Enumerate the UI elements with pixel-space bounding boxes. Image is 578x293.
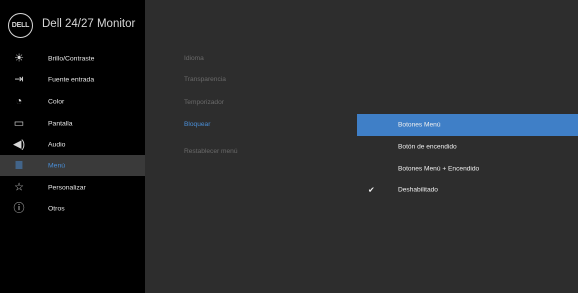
option-botones-menu[interactable]: Botones Menú [357,114,578,136]
option-label: Botón de encendido [398,143,457,151]
submenu-item-idioma[interactable]: Idioma [184,55,204,62]
sidebar-item-menu[interactable]: ≣ Menú [0,155,145,176]
option-boton-encendido[interactable]: Botón de encendido [357,136,578,158]
sidebar-item-otros[interactable]: ⓘ Otros [0,198,145,219]
submenu-item-bloquear[interactable]: Bloquear [184,121,210,128]
speaker-icon: ◀) [12,138,26,150]
sidebar-item-audio[interactable]: ◀) Audio [0,134,145,155]
menu-icon: ≣ [14,159,24,171]
option-label: Botones Menú [398,121,441,129]
sidebar-item-label: Fuente entrada [48,76,95,83]
brightness-icon: ☀ [14,52,24,64]
submenu-item-transparencia[interactable]: Transparencia [184,76,226,83]
sidebar-item-label: Audio [48,141,66,148]
sidebar-item-label: Menú [48,162,66,169]
option-label: Deshabilitado [398,186,438,194]
brand-header: DELL Dell 24/27 Monitor [0,0,145,42]
color-palette-icon: ◔ [15,95,23,107]
sidebar-item-personalizar[interactable]: ☆ Personalizar [0,177,145,198]
display-icon: ▭ [13,117,25,129]
sidebar-item-label: Color [48,98,65,105]
option-label: Botones Menú + Encendido [398,165,480,173]
dell-logo: DELL [8,13,33,38]
sidebar-item-fuente-entrada[interactable]: ⇥ Fuente entrada [0,69,145,90]
option-deshabilitado[interactable]: ✔ Deshabilitado [357,179,578,201]
option-botones-menu-encendido[interactable]: Botones Menú + Encendido [357,158,578,180]
sidebar-item-label: Otros [48,205,65,212]
sidebar: DELL Dell 24/27 Monitor ☀ Brillo/Contras… [0,0,145,293]
input-source-icon: ⇥ [14,73,24,85]
sidebar-item-brillo-contraste[interactable]: ☀ Brillo/Contraste [0,48,145,69]
sidebar-item-label: Brillo/Contraste [48,55,95,62]
sidebar-item-color[interactable]: ◔ Color [0,91,145,112]
star-icon: ☆ [14,181,24,193]
submenu-item-temporizador[interactable]: Temporizador [184,99,224,106]
sidebar-item-label: Personalizar [48,184,86,191]
sidebar-item-label: Pantalla [48,120,73,127]
checkmark-icon: ✔ [368,185,375,195]
info-icon: ⓘ [13,202,25,214]
sidebar-item-pantalla[interactable]: ▭ Pantalla [0,113,145,134]
monitor-title: Dell 24/27 Monitor [42,18,136,30]
submenu-item-restablecer-menu[interactable]: Restablecer menú [184,148,238,155]
